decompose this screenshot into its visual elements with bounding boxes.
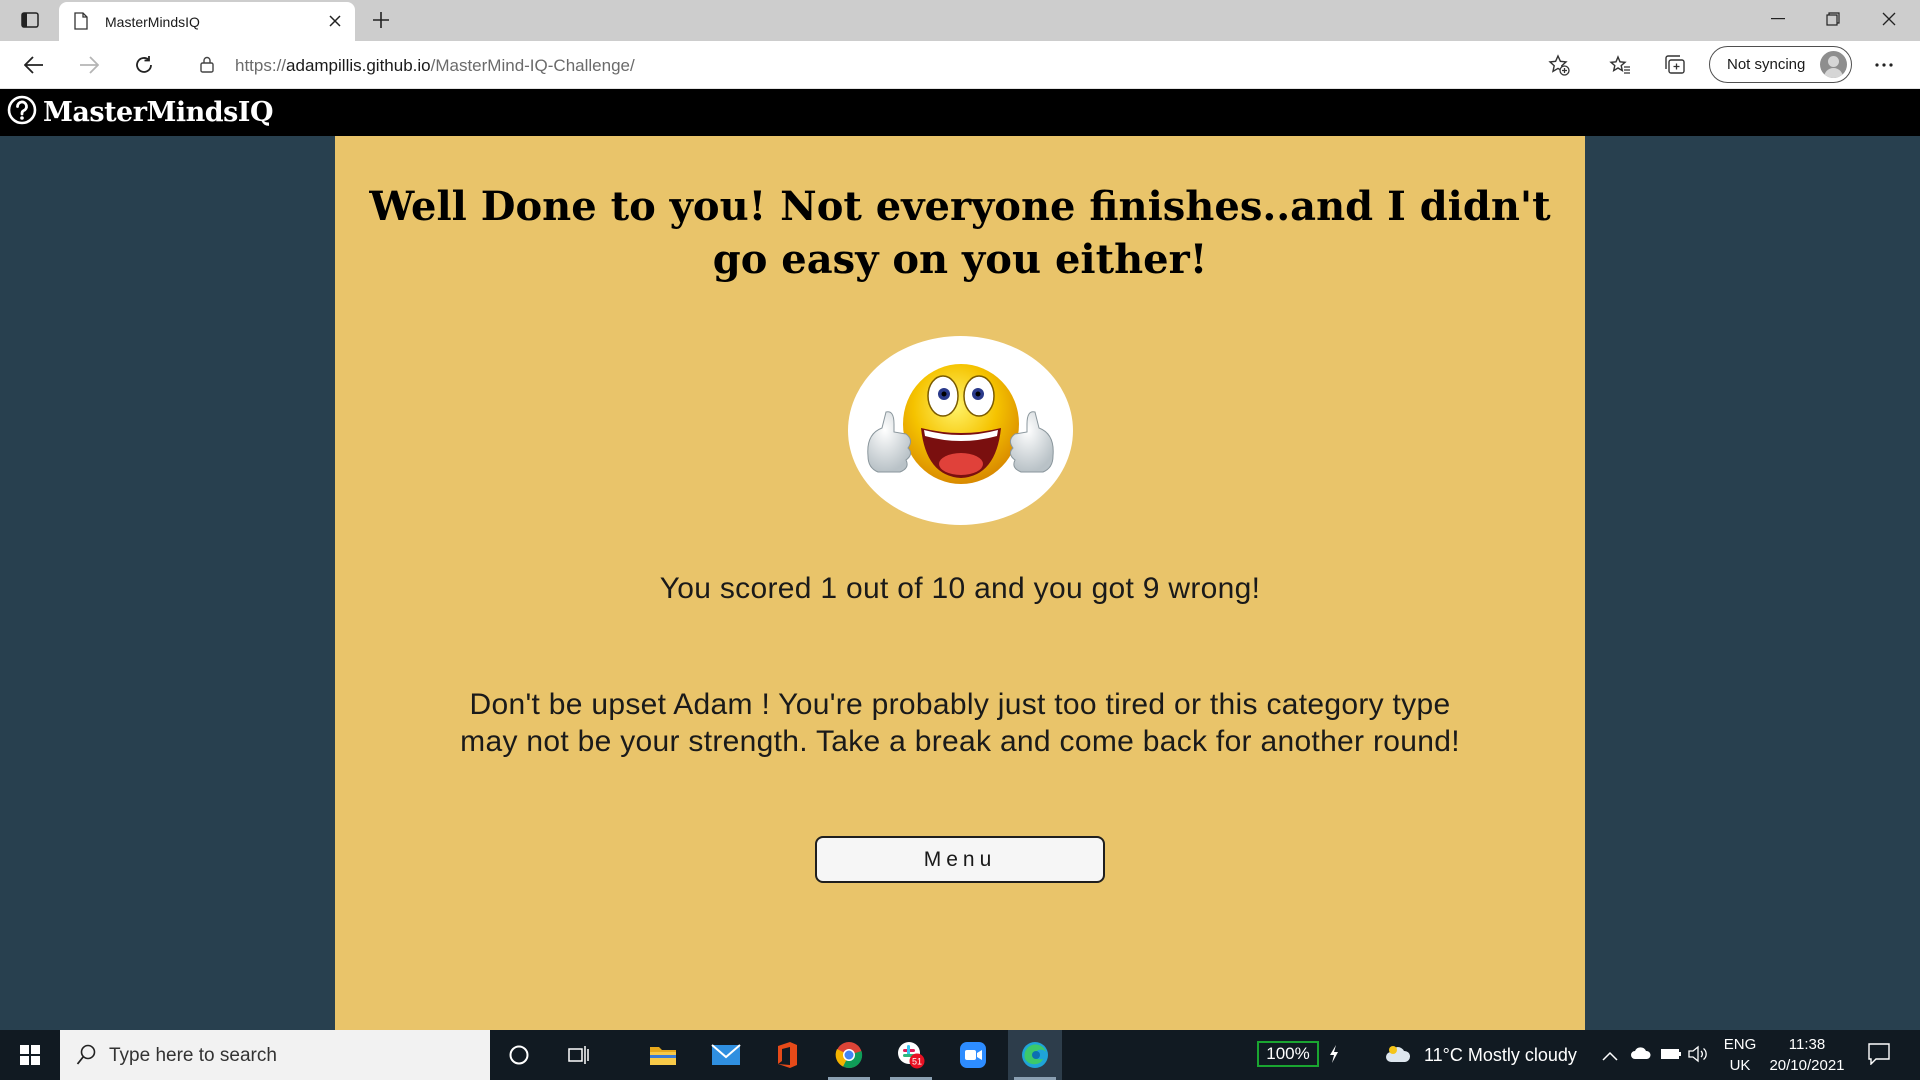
search-placeholder: Type here to search <box>109 1045 277 1066</box>
zoom-icon[interactable] <box>946 1030 1000 1080</box>
site-header: MasterMindsIQ <box>0 89 1920 136</box>
profile-button[interactable]: Not syncing <box>1709 46 1852 83</box>
charging-icon <box>1329 1044 1339 1069</box>
menu-button[interactable]: Menu <box>815 836 1105 883</box>
search-icon <box>76 1044 96 1071</box>
back-icon[interactable] <box>18 49 50 81</box>
result-card: Well Done to you! Not everyone finishes.… <box>335 136 1585 1030</box>
browser-tabbar: MasterMindsIQ <box>0 0 1920 41</box>
browser-toolbar: https://adampillis.github.io/MasterMind-… <box>0 41 1920 89</box>
more-options-icon[interactable] <box>1868 49 1900 81</box>
close-window-icon[interactable] <box>1866 4 1912 34</box>
clock-time: 11:38 <box>1788 1036 1826 1053</box>
volume-icon[interactable] <box>1688 1045 1708 1068</box>
file-explorer-icon[interactable] <box>636 1030 690 1080</box>
url-text[interactable]: https://adampillis.github.io/MasterMind-… <box>235 56 635 76</box>
windows-taskbar: Type here to search 51 100% 11°C Mostly … <box>0 1030 1920 1080</box>
avatar <box>1820 51 1847 78</box>
task-view-icon[interactable] <box>552 1030 606 1080</box>
favorites-icon[interactable] <box>1604 49 1636 81</box>
brand-logo[interactable]: MasterMindsIQ <box>7 95 273 130</box>
add-favorite-icon[interactable] <box>1548 54 1570 81</box>
battery-percentage[interactable]: 100% <box>1257 1041 1319 1067</box>
encouragement-message: Don't be upset Adam ! You're probably ju… <box>460 688 1460 758</box>
weather-text[interactable]: 11°C Mostly cloudy <box>1424 1045 1577 1066</box>
lock-icon[interactable] <box>200 56 214 78</box>
notifications-icon[interactable] <box>1868 1043 1890 1070</box>
forward-icon[interactable] <box>73 49 105 81</box>
mail-icon[interactable] <box>699 1030 753 1080</box>
collections-icon[interactable] <box>1659 49 1691 81</box>
office-icon[interactable] <box>760 1030 814 1080</box>
profile-status: Not syncing <box>1727 56 1806 73</box>
battery-icon[interactable] <box>1660 1047 1682 1066</box>
cortana-icon[interactable] <box>492 1030 546 1080</box>
onedrive-icon[interactable] <box>1630 1046 1652 1065</box>
tab-actions-icon[interactable] <box>14 8 46 32</box>
slack-icon[interactable]: 51 <box>884 1030 938 1080</box>
clock[interactable]: 11:38 20/10/2021 <box>1764 1036 1850 1074</box>
address-bar[interactable]: https://adampillis.github.io/MasterMind-… <box>180 45 1587 85</box>
edge-icon[interactable] <box>1008 1030 1062 1080</box>
browser-tab[interactable]: MasterMindsIQ <box>59 2 355 41</box>
score-text: You scored 1 out of 10 and you got 9 wro… <box>659 572 1261 605</box>
chevron-up-icon[interactable] <box>1602 1048 1618 1066</box>
windows-start-icon[interactable] <box>0 1030 60 1080</box>
cloud-icon[interactable] <box>1384 1044 1412 1069</box>
taskbar-search-input[interactable]: Type here to search <box>60 1030 490 1080</box>
tab-title: MasterMindsIQ <box>105 14 200 30</box>
thumbs-up-emoji-image <box>848 336 1073 525</box>
question-circle-icon <box>7 95 37 130</box>
chrome-icon[interactable] <box>822 1030 876 1080</box>
brand-name: MasterMindsIQ <box>43 97 273 128</box>
close-tab-icon[interactable] <box>325 11 345 31</box>
restore-icon[interactable] <box>1810 4 1856 34</box>
document-icon <box>74 12 88 35</box>
notification-badge: 51 <box>912 1057 922 1067</box>
page-title: Well Done to you! Not everyone finishes.… <box>369 183 1551 283</box>
language-indicator[interactable]: ENG UK <box>1718 1036 1762 1074</box>
new-tab-button[interactable] <box>368 7 394 33</box>
minimize-icon[interactable] <box>1755 4 1801 34</box>
refresh-icon[interactable] <box>128 49 160 81</box>
clock-date: 20/10/2021 <box>1769 1057 1845 1074</box>
